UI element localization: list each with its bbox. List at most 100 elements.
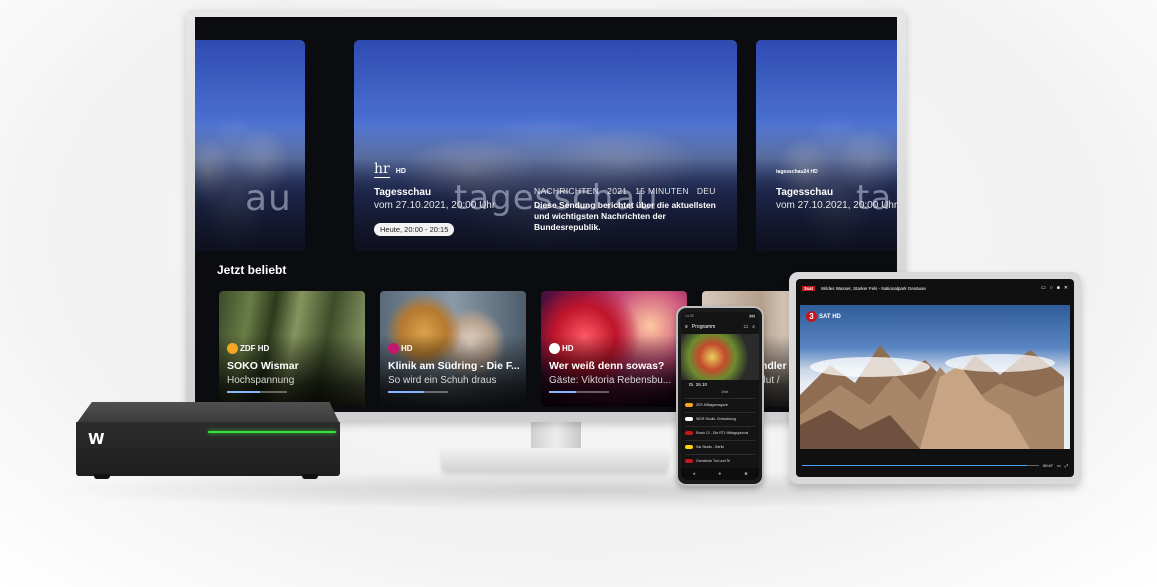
channel-logo-icon (685, 445, 693, 449)
hero-subtitle: vom 27.10.2021, 20:00 Uhr (776, 200, 897, 211)
channel-logo-text: hr (374, 161, 390, 178)
card-channel-label: HD (562, 344, 574, 353)
program-row[interactable]: Gemeinde Tod und Te (685, 454, 755, 467)
program-title: Sat Studio - Berlin (696, 445, 725, 449)
tablet-player-header: 3sat Wildes Wasser, Starker Fels - Natio… (802, 283, 1068, 293)
program-title: Rosin 12 - Die RTL Mittagsjournal (696, 431, 749, 435)
card-progress (388, 391, 448, 393)
card-title: Wer weiß denn sowas? (549, 360, 665, 372)
content-card[interactable]: ZDF HD SOKO Wismar Hochspannung (219, 291, 365, 407)
hero-subtitle: vom 27.10.2021, 20:00 Uhr (374, 200, 496, 211)
phone-screen: 14:33 ▮▮▮ ≡ Programm ▭ ⌕ Di. 26.10 Jetzt… (681, 312, 759, 480)
cast-icon[interactable]: ▭ (1057, 463, 1061, 468)
card-channel-logo: HD (549, 343, 574, 354)
card-channel-label: ZDF HD (240, 344, 270, 353)
phone-live-label: Jetzt (721, 390, 729, 394)
phone-date[interactable]: Di. 26.10 (689, 382, 707, 387)
cast-icon[interactable]: ▭ (743, 324, 748, 330)
set-top-box: W (76, 402, 340, 479)
menu-icon[interactable]: ≡ (685, 324, 688, 330)
channel-logo-icon (685, 459, 693, 463)
tablet-channel-logo: 3sat (802, 285, 816, 291)
tv-stand-base (442, 448, 668, 470)
meta-country: DEU (696, 186, 716, 196)
meta-genre: NACHRICHTEN (534, 186, 600, 196)
card-progress (549, 391, 609, 393)
close-icon[interactable]: ✕ (1064, 285, 1068, 291)
box-status-led (208, 431, 336, 433)
card-progress-fill (549, 391, 576, 393)
playback-bar[interactable]: 00:47 ▭ ⤢ (802, 461, 1068, 469)
channel-badge-number: 3 (806, 311, 817, 322)
program-row[interactable]: Sat Studio - Berlin (685, 440, 755, 453)
playback-fill (802, 464, 1028, 466)
program-row[interactable]: Rosin 12 - Die RTL Mittagsjournal (685, 426, 755, 439)
signal-icon: ▮▮▮ (749, 314, 755, 318)
channel-dot-icon (227, 343, 238, 354)
card-subtitle: Hochspannung (227, 375, 295, 386)
tablet-screen: 3sat Wildes Wasser, Starker Fels - Natio… (796, 279, 1074, 477)
channel-logo: hr HD (374, 161, 406, 178)
card-title: Klinik am Südring - Die F... (388, 360, 520, 372)
phone-status-bar: 14:33 ▮▮▮ (685, 314, 755, 320)
card-progress-fill (388, 391, 424, 393)
box-foot (94, 474, 110, 479)
channel-badge-label: SAT HD (819, 313, 841, 320)
card-subtitle: So wird ein Schuh draus (388, 375, 497, 386)
channel-logo-icon (685, 417, 693, 421)
playback-track[interactable] (802, 464, 1039, 466)
playback-time: 00:47 (1043, 462, 1054, 468)
card-channel-logo: HD (388, 343, 413, 354)
channel-dot-icon (388, 343, 399, 354)
product-showcase: au tagesschau hr HD Tagesschau vom 27.10… (0, 0, 1157, 587)
box-foot (302, 474, 318, 479)
program-row[interactable]: WDR Studio, Entwicklung (685, 412, 755, 425)
hero-card-next[interactable]: ta tagesschau24 HD Tagesschau vom 27.10.… (756, 40, 897, 251)
fullscreen-icon[interactable]: ⤢ (1065, 463, 1068, 468)
hero-title: Tagesschau (776, 187, 834, 198)
card-progress-fill (227, 391, 260, 393)
content-card[interactable]: HD Wer weiß denn sowas? Gäste: Viktoria … (541, 291, 687, 407)
content-card[interactable]: HD Klinik am Südring - Die F... So wird … (380, 291, 526, 407)
section-title: Jetzt beliebt (217, 263, 287, 277)
time-pill: Heute, 20:00 - 20:15 (374, 223, 455, 236)
channel-logo-icon (685, 403, 693, 407)
hero-meta: NACHRICHTEN 2021 15 MINUTEN DEU (534, 186, 716, 196)
hero-description: Diese Sendung berichtet über die aktuell… (534, 200, 716, 233)
search-icon[interactable]: ⌕ (752, 324, 755, 330)
meta-year: 2021 (607, 186, 628, 196)
info-icon[interactable]: ○ (1050, 285, 1053, 291)
program-title: WDR Studio, Entwicklung (696, 417, 736, 421)
hero-card-previous[interactable]: au (195, 40, 305, 251)
record-icon[interactable]: ■ (1057, 285, 1060, 291)
back-icon[interactable]: ◂ (693, 471, 696, 477)
mountain-illustration (800, 345, 1064, 449)
card-channel-label: HD (401, 344, 413, 353)
phone-header: ≡ Programm ▭ ⌕ (685, 322, 755, 332)
video-frame[interactable]: 3 SAT HD (800, 305, 1070, 449)
smartphone: 14:33 ▮▮▮ ≡ Programm ▭ ⌕ Di. 26.10 Jetzt… (676, 306, 764, 486)
phone-header-title: Programm (691, 324, 716, 330)
video-channel-badge: 3 SAT HD (806, 311, 841, 322)
program-row[interactable]: ZDF-Mittagsmagazin (685, 398, 755, 411)
card-progress (227, 391, 287, 393)
box-top (76, 402, 340, 424)
phone-hero-image[interactable] (681, 334, 759, 380)
cast-icon[interactable]: ▭ (1041, 285, 1046, 291)
hero-watermark: ta (856, 178, 893, 218)
hero-card-featured[interactable]: tagesschau hr HD Tagesschau vom 27.10.20… (354, 40, 737, 251)
home-icon[interactable]: ● (718, 471, 721, 477)
card-title: SOKO Wismar (227, 360, 299, 372)
card-subtitle: Gäste: Viktoria Rebensbu... (549, 375, 672, 386)
meta-duration: 15 MINUTEN (635, 186, 689, 196)
status-time: 14:33 (685, 314, 694, 318)
hero-title: Tagesschau (374, 187, 432, 198)
player-controls: ▭ ○ ■ ✕ (1041, 285, 1068, 291)
tv-stand-neck (531, 420, 581, 450)
channel-dot-icon (549, 343, 560, 354)
hero-watermark: au (245, 178, 292, 219)
program-title: Gemeinde Tod und Te (696, 459, 731, 463)
recents-icon[interactable]: ■ (744, 471, 747, 477)
channel-logo-icon (685, 431, 693, 435)
tablet-program-title: Wildes Wasser, Starker Fels - Nationalpa… (821, 285, 926, 291)
